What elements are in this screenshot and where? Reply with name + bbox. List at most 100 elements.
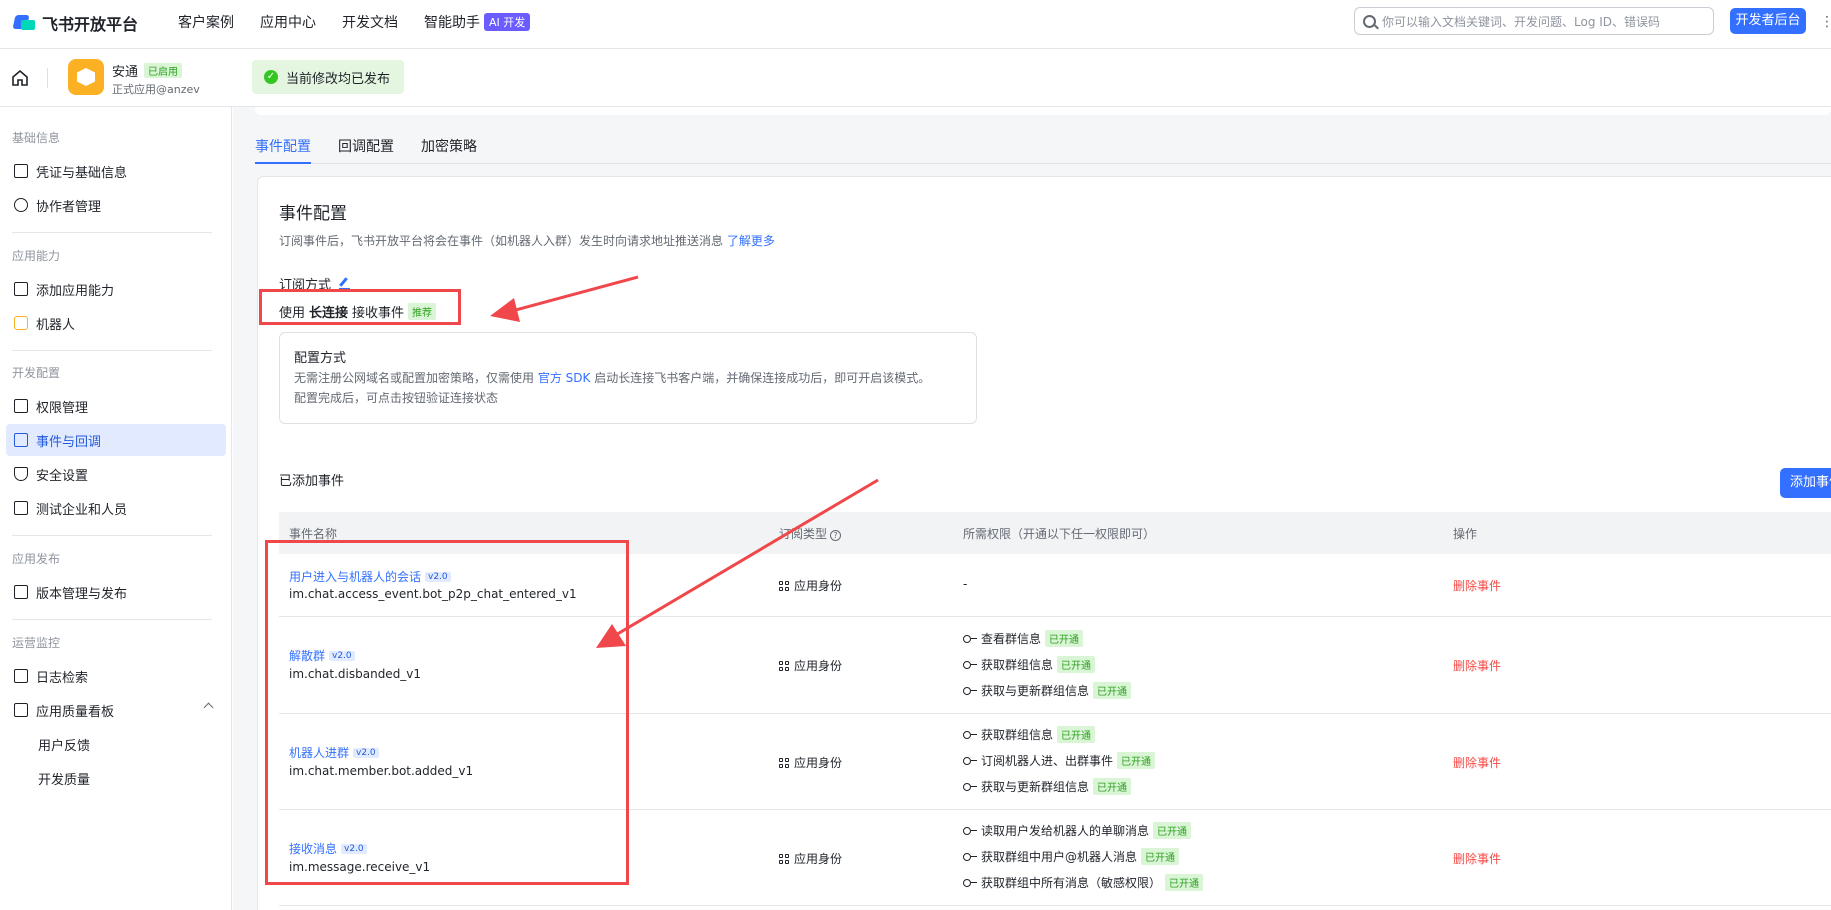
delete-event-button[interactable]: 删除事件 — [1453, 577, 1501, 594]
tab-callback-config[interactable]: 回调配置 — [338, 136, 394, 156]
edit-icon[interactable] — [339, 278, 351, 289]
event-type: 应用身份 — [779, 577, 842, 594]
sidebar-item-versions[interactable]: 版本管理与发布 — [6, 576, 226, 608]
event-icon — [14, 433, 28, 447]
tab-event-config[interactable]: 事件配置 — [255, 136, 311, 156]
nav-app-center[interactable]: 应用中心 — [260, 12, 316, 32]
feishu-logo-icon — [12, 13, 36, 33]
col-permissions: 所需权限（开通以下任一权限即可） — [963, 527, 1156, 541]
key-icon — [963, 686, 977, 695]
divider — [47, 68, 48, 88]
permission-label: 订阅机器人进、出群事件 — [981, 754, 1114, 768]
enabled-badge: 已开通 — [1117, 752, 1156, 769]
key-icon — [963, 782, 977, 791]
sidebar-item-label: 用户反馈 — [38, 738, 91, 754]
event-type: 应用身份 — [779, 657, 842, 674]
delete-event-button[interactable]: 删除事件 — [1453, 657, 1501, 674]
app-header: 安通 已启用 正式应用@anzev ✓ 当前修改均已发布 — [0, 49, 1831, 107]
permission-label: 获取群组中用户@机器人消息 — [981, 850, 1138, 864]
permission-none: - — [963, 577, 968, 591]
sidebar-item-dev-quality[interactable]: 开发质量 — [6, 762, 226, 794]
permission-label: 获取与更新群组信息 — [981, 684, 1090, 698]
sidebar-item-add-capability[interactable]: 添加应用能力 — [6, 273, 226, 305]
tab-indicator — [255, 162, 311, 164]
sidebar-item-collaborators[interactable]: 协作者管理 — [6, 189, 226, 221]
sidebar-item-test-tenants[interactable]: 测试企业和人员 — [6, 492, 226, 524]
enabled-badge: 已开通 — [1057, 726, 1096, 743]
event-type: 应用身份 — [779, 850, 842, 867]
nav-cases[interactable]: 客户案例 — [178, 12, 234, 32]
dev-console-button[interactable]: 开发者后台 — [1730, 8, 1806, 34]
event-type: 应用身份 — [779, 754, 842, 771]
upload-icon — [14, 585, 28, 599]
col-sub-type: 订阅类型? — [779, 525, 842, 542]
home-icon[interactable] — [11, 69, 29, 87]
sidebar-item-robot[interactable]: 机器人 — [6, 307, 226, 339]
sidebar-item-events[interactable]: 事件与回调 — [6, 424, 226, 456]
key-icon — [963, 852, 977, 861]
tab-encryption[interactable]: 加密策略 — [421, 136, 477, 156]
sidebar-item-label: 开发质量 — [38, 772, 91, 788]
event-type-text: 应用身份 — [794, 579, 843, 593]
permission-item: 获取群组信息 已开通 — [963, 656, 1096, 673]
permission-item: 获取与更新群组信息 已开通 — [963, 778, 1132, 795]
ai-badge: AI 开发 — [484, 13, 531, 31]
add-event-button[interactable]: 添加事件 — [1780, 468, 1831, 498]
config-line2: 配置完成后，可点击按钮验证连接状态 — [294, 391, 499, 405]
delete-event-button[interactable]: 删除事件 — [1453, 850, 1501, 867]
app-grid-icon — [779, 660, 789, 671]
sidebar-item-label: 添加应用能力 — [36, 283, 115, 299]
sidebar-item-quality-board[interactable]: 应用质量看板 — [6, 694, 226, 726]
app-status-badge: 已启用 — [144, 63, 183, 78]
sidebar: 基础信息 凭证与基础信息 协作者管理 应用能力 添加应用能力 机器人 开发配置 … — [0, 107, 232, 910]
section-title: 事件配置 — [279, 204, 347, 224]
app-name: 安通 已启用 — [112, 61, 183, 80]
config-method-title: 配置方式 — [294, 351, 347, 366]
permission-item: 获取群组中用户@机器人消息 已开通 — [963, 848, 1180, 865]
sidebar-item-label: 测试企业和人员 — [36, 502, 128, 518]
permission-label: 获取群组信息 — [981, 658, 1054, 672]
logo-text: 飞书开放平台 — [42, 15, 139, 34]
config-line1-prefix: 无需注册公网域名或配置加密策略，仅需使用 — [294, 371, 535, 385]
permission-label: 获取与更新群组信息 — [981, 780, 1090, 794]
app-grid-icon — [779, 757, 789, 768]
nav-assistant[interactable]: 智能助手 AI 开发 — [424, 12, 531, 32]
code-icon — [14, 501, 28, 515]
enabled-badge: 已开通 — [1141, 848, 1180, 865]
event-type-text: 应用身份 — [794, 659, 843, 673]
permission-item: 查看群信息 已开通 — [963, 630, 1084, 647]
app-name-text: 安通 — [112, 65, 139, 80]
log-icon — [14, 669, 28, 683]
user-icon — [14, 198, 28, 212]
delete-event-button[interactable]: 删除事件 — [1453, 754, 1501, 771]
sidebar-item-credentials[interactable]: 凭证与基础信息 — [6, 155, 226, 187]
sidebar-item-security[interactable]: 安全设置 — [6, 458, 226, 490]
search-input[interactable]: 你可以输入文档关键词、开发问题、Log ID、错误码 — [1354, 7, 1714, 35]
publish-status-text: 当前修改均已发布 — [286, 71, 391, 87]
annotation-box-mode — [259, 289, 461, 325]
sidebar-item-label: 权限管理 — [36, 400, 89, 416]
sidebar-item-label: 安全设置 — [36, 468, 89, 484]
key-icon — [963, 826, 977, 835]
permission-item: 获取群组信息 已开通 — [963, 726, 1096, 743]
more-icon[interactable]: ⋮ — [1820, 14, 1831, 30]
sidebar-divider — [12, 535, 212, 536]
sdk-link[interactable]: 官方 SDK — [538, 371, 591, 385]
logo[interactable]: 飞书开放平台 — [12, 11, 139, 35]
search-placeholder: 你可以输入文档关键词、开发问题、Log ID、错误码 — [1382, 14, 1661, 29]
config-method-box: 配置方式 无需注册公网域名或配置加密策略，仅需使用 官方 SDK 启动长连接飞书… — [279, 332, 977, 424]
card-edge — [255, 107, 1831, 115]
sidebar-item-logs[interactable]: 日志检索 — [6, 660, 226, 692]
nav-docs[interactable]: 开发文档 — [342, 12, 398, 32]
permission-label: 查看群信息 — [981, 632, 1042, 646]
chart-icon — [14, 703, 28, 717]
help-icon[interactable]: ? — [830, 530, 842, 541]
sidebar-divider — [12, 619, 212, 620]
sidebar-item-label: 协作者管理 — [36, 199, 102, 215]
permission-label: 获取群组中所有消息（敏感权限） — [981, 876, 1162, 890]
learn-more-link[interactable]: 了解更多 — [727, 234, 775, 248]
sidebar-item-feedback[interactable]: 用户反馈 — [6, 728, 226, 760]
sidebar-item-label: 应用质量看板 — [36, 704, 115, 720]
col-sub-type-label: 订阅类型 — [779, 527, 828, 541]
sidebar-item-permissions[interactable]: 权限管理 — [6, 390, 226, 422]
